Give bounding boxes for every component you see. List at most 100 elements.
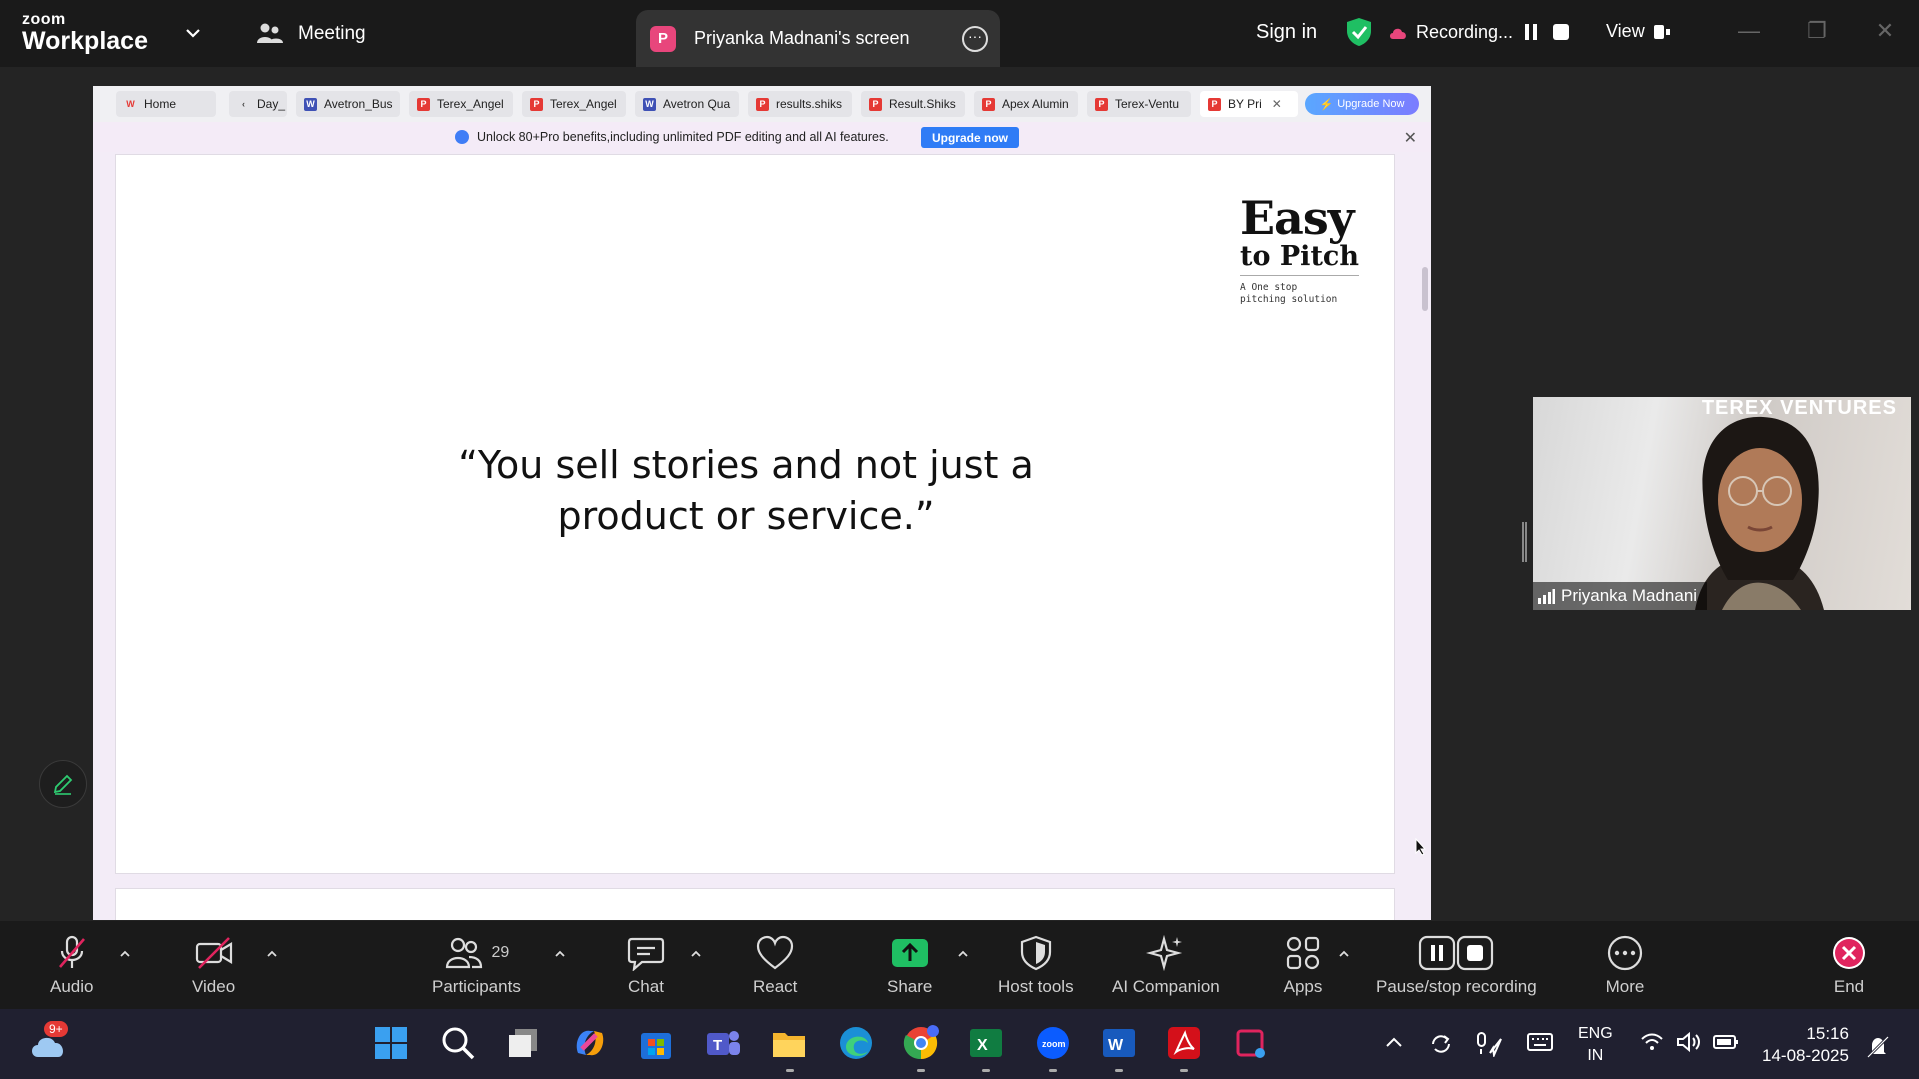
chevron-down-icon[interactable] [182, 22, 204, 44]
pdf-reader-tab-bar: W Home ‹ Day_ W Avetron_Bus P Terex_Ange… [93, 86, 1431, 122]
people-icon [257, 23, 283, 43]
tab-label: BY Pri [1228, 97, 1262, 111]
more-button[interactable]: More [1605, 921, 1645, 1009]
sync-icon[interactable] [1428, 1031, 1454, 1057]
video-resize-handle[interactable] [1522, 522, 1527, 562]
mic-muted-icon [58, 935, 85, 968]
upgrade-now-button[interactable]: Upgrade now [921, 127, 1019, 148]
participant-video-tile[interactable]: TEREX VENTURES Priyanka Madnani [1533, 397, 1911, 610]
participant-video-frame [1695, 416, 1824, 610]
apps-icon [1286, 936, 1320, 970]
volume-icon[interactable] [1676, 1031, 1702, 1053]
search-icon[interactable] [440, 1025, 476, 1061]
scrollbar-thumb[interactable] [1422, 267, 1428, 311]
slide-quote: “You sell stories and not just a product… [446, 440, 1046, 542]
annotate-pencil-button[interactable] [39, 760, 87, 808]
participants-button[interactable]: 29 Participants [432, 921, 521, 1009]
edge-icon[interactable] [838, 1025, 874, 1061]
task-view-icon[interactable] [505, 1025, 541, 1061]
vertical-scrollbar[interactable] [1419, 152, 1431, 920]
tab-day[interactable]: ‹ Day_ [229, 91, 287, 117]
tab-document[interactable]: P results.shiks [748, 91, 852, 117]
share-options-caret-icon[interactable] [956, 947, 970, 961]
tray-overflow-chevron-icon[interactable] [1384, 1035, 1404, 1049]
windows-start-icon[interactable] [373, 1025, 409, 1061]
file-explorer-icon[interactable] [771, 1025, 807, 1061]
tab-document[interactable]: P Apex Alumin [974, 91, 1078, 117]
tab-document[interactable]: P Result.Shiks [861, 91, 965, 117]
more-options-icon[interactable]: ··· [962, 26, 988, 52]
chrome-icon[interactable] [903, 1025, 939, 1061]
input-language[interactable]: ENG IN [1578, 1023, 1613, 1067]
pause-recording-icon[interactable] [1522, 23, 1540, 41]
battery-icon[interactable] [1712, 1031, 1740, 1053]
video-button[interactable]: Video [192, 921, 235, 1009]
excel-icon[interactable]: X [968, 1025, 1004, 1061]
upgrade-now-pill[interactable]: ⚡ Upgrade Now [1305, 93, 1419, 115]
logo-tagline: pitching solution [1240, 293, 1338, 305]
more-icon [1607, 935, 1643, 971]
ai-sparkle-icon [1145, 935, 1183, 971]
audio-options-caret-icon[interactable] [118, 947, 132, 961]
participants-options-caret-icon[interactable] [553, 947, 567, 961]
system-clock[interactable]: 15:16 14-08-2025 [1762, 1023, 1849, 1067]
audio-label: Audio [50, 977, 94, 996]
apps-button[interactable]: Apps [1283, 921, 1323, 1009]
chat-label: Chat [628, 977, 664, 996]
chat-options-caret-icon[interactable] [689, 947, 703, 961]
close-banner-icon[interactable]: ✕ [1404, 128, 1417, 148]
wifi-icon[interactable] [1640, 1031, 1664, 1053]
tab-label: results.shiks [776, 97, 843, 111]
tab-document[interactable]: P Terex_Angel [522, 91, 626, 117]
sign-in-button[interactable]: Sign in [1256, 21, 1317, 44]
host-tools-button[interactable]: Host tools [998, 921, 1074, 1009]
close-tab-icon[interactable]: ✕ [1272, 97, 1282, 111]
zoom-title-bar: zoom Workplace Meeting P Priyanka Madnan… [0, 0, 1919, 67]
participants-count: 29 [491, 944, 510, 961]
video-options-caret-icon[interactable] [265, 947, 279, 961]
weather-widget[interactable]: 9+ [28, 1021, 72, 1066]
ai-companion-button[interactable]: AI Companion [1112, 921, 1220, 1009]
pdf-doc-icon: P [756, 97, 769, 111]
tab-document[interactable]: W Avetron_Bus [296, 91, 400, 117]
audio-button[interactable]: Audio [50, 921, 93, 1009]
keyboard-icon[interactable] [1526, 1031, 1554, 1053]
acrobat-icon[interactable] [1166, 1025, 1202, 1061]
shared-screen: W Home ‹ Day_ W Avetron_Bus P Terex_Ange… [93, 86, 1431, 920]
tab-document[interactable]: W Avetron Qua [635, 91, 739, 117]
recording-indicator[interactable]: Recording... [1388, 22, 1513, 43]
tab-home[interactable]: W Home [116, 91, 216, 117]
zoom-icon[interactable]: zoom [1035, 1025, 1071, 1061]
react-button[interactable]: React [753, 921, 797, 1009]
tab-active-document[interactable]: P BY Pri ✕ [1200, 91, 1298, 117]
view-button[interactable]: View [1606, 21, 1671, 42]
close-window-icon[interactable]: ✕ [1872, 18, 1898, 44]
pause-stop-recording-button[interactable]: Pause/stop recording [1376, 921, 1537, 1009]
teams-icon[interactable]: T [705, 1025, 741, 1061]
word-doc-icon: W [304, 97, 317, 111]
mic-location-icon[interactable] [1474, 1031, 1504, 1057]
store-icon[interactable] [638, 1025, 674, 1061]
slide-page: Easy to Pitch A One stop pitching soluti… [115, 154, 1395, 874]
minimize-window-icon[interactable]: — [1736, 18, 1762, 44]
promo-message: Unlock 80+Pro benefits,including unlimit… [455, 130, 889, 144]
restore-window-icon[interactable]: ❐ [1804, 18, 1830, 44]
tab-document[interactable]: P Terex_Angel [409, 91, 513, 117]
meeting-button[interactable]: Meeting [256, 22, 366, 46]
tab-document[interactable]: P Terex-Ventu [1087, 91, 1191, 117]
snipping-tool-icon[interactable] [1234, 1025, 1270, 1061]
end-meeting-button[interactable]: End [1829, 921, 1869, 1009]
share-button[interactable]: Share [887, 921, 932, 1009]
pdf-doc-icon: P [1208, 97, 1221, 111]
chat-button[interactable]: Chat [626, 921, 666, 1009]
copilot-icon[interactable] [572, 1025, 608, 1061]
security-shield-icon[interactable] [1346, 17, 1372, 47]
notifications-icon[interactable] [1866, 1035, 1890, 1059]
heart-icon [757, 935, 794, 970]
promo-text: Unlock 80+Pro benefits,including unlimit… [477, 130, 889, 144]
stop-recording-icon[interactable] [1552, 23, 1570, 41]
word-icon[interactable]: W [1101, 1025, 1137, 1061]
next-slide-page [115, 888, 1395, 920]
screen-share-indicator[interactable]: P Priyanka Madnani's screen ··· [636, 10, 1000, 67]
apps-options-caret-icon[interactable] [1337, 947, 1351, 961]
